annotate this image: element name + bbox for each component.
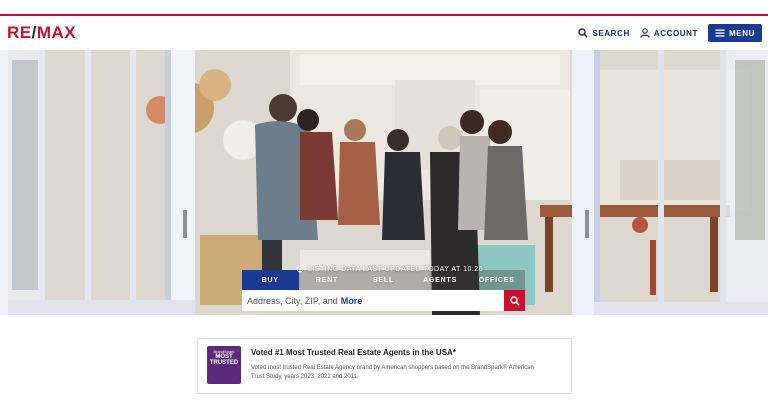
listing-update-note: LISTING DATA LAST UPDATED TODAY AT 10:26 xyxy=(296,265,483,273)
search-link-label: SEARCH xyxy=(592,28,630,38)
tab-agents[interactable]: AGENTS xyxy=(411,270,469,290)
search-placeholder: Address, City, ZIP, and xyxy=(247,295,338,306)
tab-buy[interactable]: BUY xyxy=(242,270,299,290)
account-link[interactable]: ACCOUNT xyxy=(640,28,698,38)
property-search-widget: BUY RENT SELL AGENTS OFFICES Address, Ci… xyxy=(242,270,525,311)
trust-description: Voted most trusted Real Estate Agency br… xyxy=(251,365,534,380)
tab-rent[interactable]: RENT xyxy=(298,270,356,290)
trust-award-card: BrandSpark MOST TRUSTED Voted #1 Most Tr… xyxy=(197,338,572,394)
menu-button[interactable]: MENU xyxy=(708,24,762,42)
logo-max: MAX xyxy=(36,23,77,42)
hamburger-icon xyxy=(715,29,725,37)
brandspark-badge: BrandSpark MOST TRUSTED xyxy=(207,346,241,384)
search-icon xyxy=(509,295,520,306)
search-submit-button[interactable] xyxy=(504,290,525,311)
user-icon xyxy=(640,28,650,38)
remax-logo[interactable]: RE/MAX xyxy=(7,24,76,42)
search-link[interactable]: SEARCH xyxy=(578,28,629,38)
badge-main-text: MOST TRUSTED xyxy=(209,354,239,366)
search-bar: Address, City, ZIP, and More xyxy=(242,290,525,311)
hero-banner: BUY RENT SELL AGENTS OFFICES Address, Ci… xyxy=(0,50,768,315)
search-input[interactable]: Address, City, ZIP, and More xyxy=(242,290,504,311)
search-placeholder-more: More xyxy=(340,295,363,306)
site-header: RE/MAX SEARCH ACCOUNT MENU xyxy=(0,16,768,50)
logo-re: RE xyxy=(7,23,32,42)
listing-update-text: LISTING DATA LAST UPDATED TODAY AT 10:26 xyxy=(308,265,484,273)
tab-sell[interactable]: SELL xyxy=(355,270,412,290)
trust-title: Voted #1 Most Trusted Real Estate Agents… xyxy=(251,348,456,357)
menu-button-label: MENU xyxy=(729,28,755,38)
account-link-label: ACCOUNT xyxy=(653,28,699,38)
refresh-icon xyxy=(296,265,304,273)
tab-offices[interactable]: OFFICES xyxy=(468,270,525,290)
search-icon xyxy=(578,28,589,38)
search-tabs: BUY RENT SELL AGENTS OFFICES xyxy=(242,270,525,290)
header-nav: SEARCH ACCOUNT MENU xyxy=(578,24,762,42)
